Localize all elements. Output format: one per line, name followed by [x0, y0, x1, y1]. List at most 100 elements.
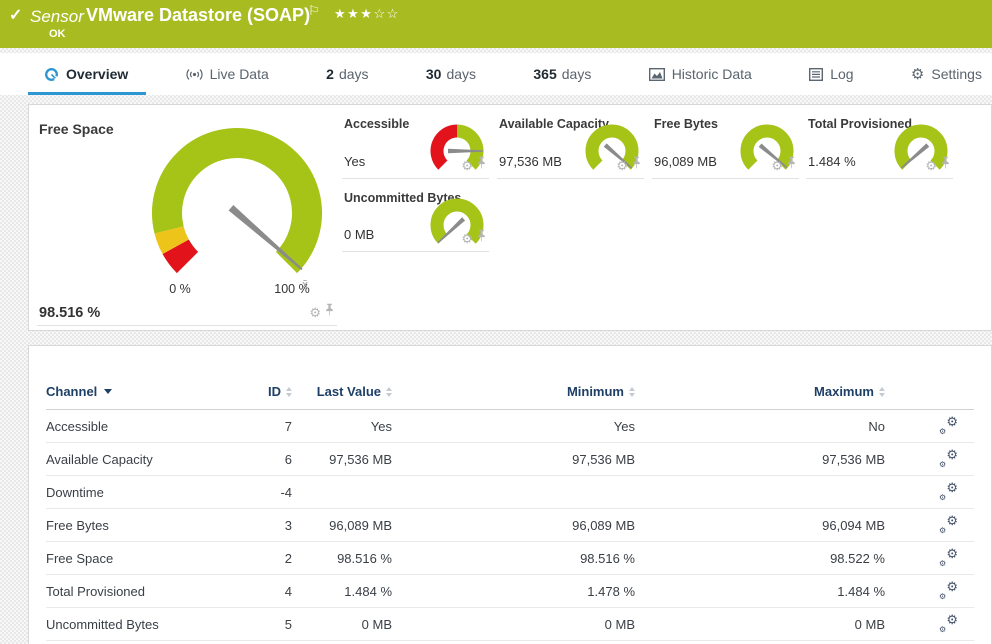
tab-label: Log [830, 66, 853, 82]
priority-stars[interactable]: ★★★☆☆ [334, 6, 400, 22]
pin-icon[interactable] [631, 156, 642, 175]
gauge-cell-free-bytes: Free Bytes 96,089 MB ⚙ [652, 109, 799, 179]
channel-id: 6 [246, 443, 292, 476]
tab-number: 30 [426, 66, 442, 82]
available-capacity-gauge [581, 120, 643, 187]
table-row: Available Capacity697,536 MB97,536 MB97,… [46, 443, 974, 476]
sensor-page: ✓ Sensor VMware Datastore (SOAP) ⚐ ★★★☆☆… [0, 0, 992, 644]
gauge-title: Free Bytes [654, 117, 718, 131]
channels-panel: Channel ID Last Value Minimum Maximum [28, 345, 992, 644]
sort-icon [286, 387, 292, 397]
channel-last-value: 98.516 % [292, 542, 392, 575]
column-label: Minimum [567, 384, 624, 399]
pin-icon[interactable] [476, 156, 487, 175]
gauge-settings-icon[interactable]: ⚙ [925, 159, 937, 172]
gauge-cell-accessible: Accessible Yes ⚙ [342, 109, 489, 179]
column-header-minimum[interactable]: Minimum [392, 384, 635, 410]
column-label: Maximum [814, 384, 874, 399]
page-title: VMware Datastore (SOAP) [86, 5, 310, 26]
gauge-settings-icon[interactable]: ⚙ [771, 159, 783, 172]
gauge-settings-icon[interactable]: ⚙ [461, 159, 473, 172]
channel-name[interactable]: Free Space [46, 542, 246, 575]
channel-settings-icon[interactable]: ⚙⚙ [940, 417, 958, 433]
channel-id: 7 [246, 410, 292, 443]
channel-settings-icon[interactable]: ⚙⚙ [940, 615, 958, 631]
gauge-value: 96,089 MB [654, 154, 717, 169]
gauge-value: 0 MB [344, 227, 374, 242]
tab-label: Historic Data [672, 66, 752, 82]
pin-icon[interactable] [940, 156, 951, 175]
channel-maximum: 1.484 % [635, 575, 885, 608]
channel-minimum: 96,089 MB [392, 509, 635, 542]
column-label: Channel [46, 384, 97, 399]
tab-label: Live Data [210, 66, 269, 82]
channel-name[interactable]: Available Capacity [46, 443, 246, 476]
channel-id: 4 [246, 575, 292, 608]
gauge-value: 97,536 MB [499, 154, 562, 169]
column-header-channel[interactable]: Channel [46, 384, 246, 410]
gauge-title: Free Space [39, 121, 114, 137]
tab-bar: Overview Live Data 2 days 30 days 365 da… [0, 53, 992, 95]
table-row: Uncommitted Bytes50 MB0 MB0 MB⚙⚙ [46, 608, 974, 641]
tab-settings[interactable]: ⚙ Settings [911, 53, 982, 95]
tab-2-days[interactable]: 2 days [326, 53, 368, 95]
total-provisioned-gauge [890, 120, 952, 187]
channels-table: Channel ID Last Value Minimum Maximum [46, 384, 974, 641]
flag-icon[interactable]: ⚐ [308, 3, 320, 19]
gauge-settings-icon[interactable]: ⚙ [616, 159, 628, 172]
tab-overview[interactable]: Overview [44, 53, 128, 95]
channel-maximum [635, 476, 885, 509]
channel-last-value: 0 MB [292, 608, 392, 641]
column-header-last-value[interactable]: Last Value [292, 384, 392, 410]
channel-name[interactable]: Downtime [46, 476, 246, 509]
channel-settings-icon[interactable]: ⚙⚙ [940, 450, 958, 466]
column-header-id[interactable]: ID [246, 384, 292, 410]
sensor-header: ✓ Sensor VMware Datastore (SOAP) ⚐ ★★★☆☆… [0, 0, 992, 48]
channel-name[interactable]: Uncommitted Bytes [46, 608, 246, 641]
channel-id: 2 [246, 542, 292, 575]
column-label: ID [268, 384, 281, 399]
channel-minimum: 98.516 % [392, 542, 635, 575]
tab-historic-data[interactable]: Historic Data [649, 53, 752, 95]
gauge-settings-icon[interactable]: ⚙ [461, 232, 473, 245]
tab-number: 365 [533, 66, 556, 82]
tab-365-days[interactable]: 365 days [533, 53, 591, 95]
uncommitted-bytes-gauge [426, 194, 488, 261]
column-header-maximum[interactable]: Maximum [635, 384, 885, 410]
channel-name[interactable]: Accessible [46, 410, 246, 443]
channel-settings-icon[interactable]: ⚙⚙ [940, 549, 958, 565]
channel-minimum: 1.478 % [392, 575, 635, 608]
channel-name[interactable]: Free Bytes [46, 509, 246, 542]
table-row: Total Provisioned41.484 %1.478 %1.484 %⚙… [46, 575, 974, 608]
channel-id: 5 [246, 608, 292, 641]
channel-minimum [392, 476, 635, 509]
log-icon [809, 68, 823, 81]
tab-log[interactable]: Log [809, 53, 853, 95]
gauge-title: Accessible [344, 117, 409, 131]
gauge-icon [44, 67, 59, 82]
channel-minimum: Yes [392, 410, 635, 443]
channel-settings-icon[interactable]: ⚙⚙ [940, 483, 958, 499]
channel-settings-icon[interactable]: ⚙⚙ [940, 516, 958, 532]
tab-label: Settings [931, 66, 982, 82]
table-row: Accessible7YesYesNo⚙⚙ [46, 410, 974, 443]
gauge-value: Yes [344, 154, 365, 169]
tab-label: days [446, 66, 476, 82]
accessible-gauge [426, 120, 488, 187]
sensor-kind-label: Sensor [30, 7, 84, 27]
channel-last-value: 97,536 MB [292, 443, 392, 476]
tab-30-days[interactable]: 30 days [426, 53, 476, 95]
status-check-icon: ✓ [9, 5, 22, 25]
pin-icon[interactable] [476, 229, 487, 248]
gauge-settings-icon[interactable]: ⚙ [309, 306, 321, 319]
pin-icon[interactable] [324, 303, 335, 322]
pin-icon[interactable] [786, 156, 797, 175]
channel-id: -4 [246, 476, 292, 509]
channel-settings-icon[interactable]: ⚙⚙ [940, 582, 958, 598]
sort-icon [386, 387, 392, 397]
tab-live-data[interactable]: Live Data [186, 53, 269, 95]
status-badge: OK [49, 28, 66, 40]
tab-label: Overview [66, 66, 128, 82]
channel-name[interactable]: Total Provisioned [46, 575, 246, 608]
gauge-cell-available-capacity: Available Capacity 97,536 MB ⚙ [497, 109, 644, 179]
